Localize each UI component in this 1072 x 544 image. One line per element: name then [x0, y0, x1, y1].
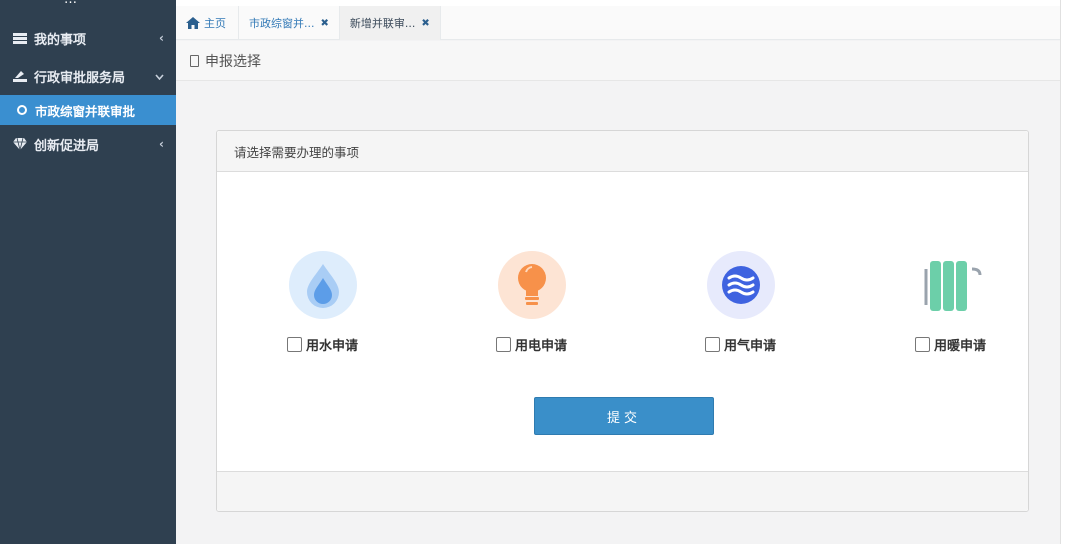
lightbulb-icon	[497, 251, 566, 319]
option-heating: 用暖申请	[915, 251, 986, 354]
heating-checkbox[interactable]: 用暖申请	[915, 335, 986, 354]
gas-wave-icon	[706, 251, 775, 319]
tab-label: 主页	[204, 17, 226, 30]
sidebar-item-label: 创新促进局	[34, 138, 100, 154]
sidebar: … 我的事项 ‹ 行政审批服务局 市政综窗并联审批 创新促进局 ‹	[0, 0, 176, 544]
checkbox-box[interactable]	[705, 337, 720, 352]
option-water: 用水申请	[287, 251, 358, 354]
option-label: 用水申请	[306, 339, 359, 354]
list-icon	[12, 32, 28, 44]
checkbox-box[interactable]	[287, 337, 302, 352]
tab-label: 新增并联审...	[349, 17, 416, 30]
close-icon[interactable]: ✖	[421, 18, 429, 29]
radiator-icon	[916, 251, 985, 319]
option-electricity: 用电申请	[496, 251, 567, 354]
sidebar-subitem-municipal-approval[interactable]: 市政综窗并联审批	[0, 95, 176, 125]
gavel-icon	[12, 70, 28, 82]
sidebar-item-label: 我的事项	[34, 32, 87, 48]
chevron-left-icon: ‹	[159, 137, 164, 151]
submit-button[interactable]: 提交	[534, 397, 714, 435]
panel-title: 请选择需要办理的事项	[234, 144, 360, 160]
gas-checkbox[interactable]: 用气申请	[705, 335, 776, 354]
tab-bar: 主页 市政综窗并... ✖ 新增并联审... ✖	[176, 6, 1060, 40]
chevron-left-icon: ‹	[159, 31, 164, 45]
panel-header: 请选择需要办理的事项	[217, 131, 1028, 172]
document-icon	[190, 54, 199, 67]
option-label: 用气申请	[724, 339, 777, 354]
option-gas: 用气申请	[705, 251, 776, 354]
sidebar-item-my-matters[interactable]: 我的事项 ‹	[0, 19, 176, 57]
tab-home[interactable]: 主页	[176, 6, 239, 40]
selection-panel: 请选择需要办理的事项 用水申请 用电申请 用气申请 用暖申请 提交	[216, 130, 1029, 512]
sidebar-subitem-label: 市政综窗并联审批	[35, 103, 136, 119]
circle-icon	[17, 105, 27, 115]
option-label: 用电申请	[515, 339, 568, 354]
water-drop-icon	[288, 251, 357, 319]
home-icon	[186, 17, 200, 29]
page-edge	[1060, 0, 1072, 544]
panel-footer	[217, 471, 1028, 511]
page-header: 申报选择	[176, 41, 1072, 81]
brand-text: …	[64, 0, 77, 7]
checkbox-box[interactable]	[915, 337, 930, 352]
brand-strip: …	[0, 0, 176, 8]
page-title: 申报选择	[205, 53, 261, 70]
water-checkbox[interactable]: 用水申请	[287, 335, 358, 354]
option-label: 用暖申请	[934, 339, 987, 354]
diamond-icon	[12, 138, 28, 150]
sidebar-item-label: 行政审批服务局	[34, 70, 126, 86]
tab-label: 市政综窗并...	[249, 17, 315, 30]
chevron-down-icon	[155, 69, 164, 83]
checkbox-box[interactable]	[496, 337, 511, 352]
electricity-checkbox[interactable]: 用电申请	[496, 335, 567, 354]
tab-new-approval[interactable]: 新增并联审... ✖	[339, 6, 441, 40]
close-icon[interactable]: ✖	[321, 18, 329, 29]
tab-municipal[interactable]: 市政综窗并... ✖	[239, 6, 340, 40]
sidebar-item-innovation-bureau[interactable]: 创新促进局 ‹	[0, 125, 176, 163]
sidebar-item-admin-approval[interactable]: 行政审批服务局	[0, 57, 176, 95]
